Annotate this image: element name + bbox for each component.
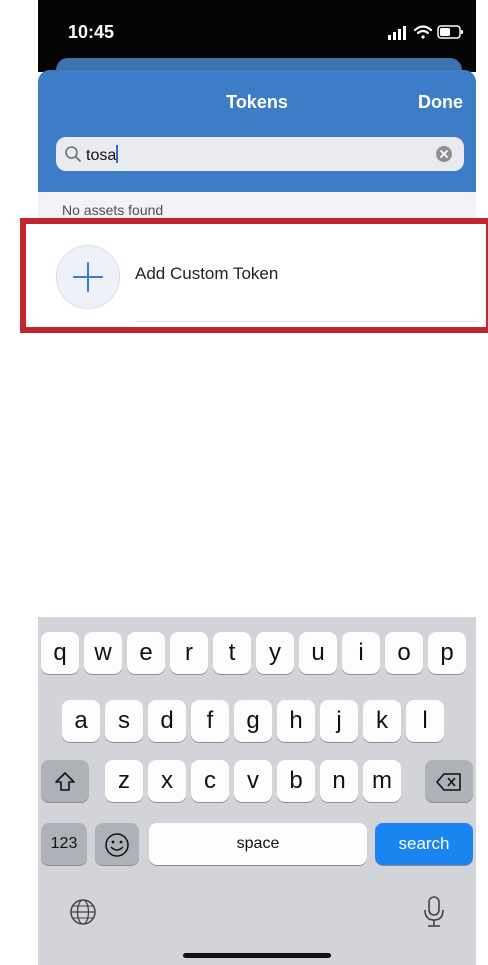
search-input[interactable]: tosa [56,137,464,171]
page-title: Tokens [226,92,288,112]
key-u[interactable]: u [299,632,337,674]
numbers-key[interactable]: 123 [41,823,87,865]
emoji-key[interactable] [95,823,139,865]
clear-search-button[interactable] [436,146,452,162]
battery-icon [437,25,463,39]
navigation-bar: Tokens Done tosa [38,70,476,192]
delete-key[interactable] [425,760,473,802]
globe-icon[interactable] [68,897,98,927]
key-e[interactable]: e [127,632,165,674]
key-a[interactable]: a [62,700,100,742]
keyboard: q w e r t y u i o p a s d f g h j k l z … [38,617,476,965]
shift-key[interactable] [41,760,89,802]
key-k[interactable]: k [363,700,401,742]
key-p[interactable]: p [428,632,466,674]
key-h[interactable]: h [277,700,315,742]
search-value: tosa [86,147,117,164]
empty-state-banner: No assets found [38,192,476,222]
key-m[interactable]: m [363,760,401,802]
key-j[interactable]: j [320,700,358,742]
key-f[interactable]: f [191,700,229,742]
key-w[interactable]: w [84,632,122,674]
row-divider [135,321,476,322]
done-button[interactable]: Done [418,92,463,113]
space-key[interactable]: space [149,823,367,865]
key-i[interactable]: i [342,632,380,674]
add-token-circle [56,245,120,309]
key-x[interactable]: x [148,760,186,802]
add-custom-token-row[interactable]: Add Custom Token [38,230,476,322]
key-v[interactable]: v [234,760,272,802]
key-q[interactable]: q [41,632,79,674]
key-g[interactable]: g [234,700,272,742]
key-s[interactable]: s [105,700,143,742]
add-custom-token-label: Add Custom Token [135,264,279,283]
key-d[interactable]: d [148,700,186,742]
plus-icon [73,262,103,292]
signal-icon [388,26,406,40]
key-t[interactable]: t [213,632,251,674]
search-key[interactable]: search [375,823,473,865]
key-y[interactable]: y [256,632,294,674]
key-r[interactable]: r [170,632,208,674]
backspace-icon [436,772,461,791]
search-value-container: tosa [86,145,119,165]
phone-screen: 10:45 Tokens Done tosa No assets found A… [38,0,476,965]
wifi-icon [413,25,433,39]
home-indicator[interactable] [183,953,331,958]
key-b[interactable]: b [277,760,315,802]
key-o[interactable]: o [385,632,423,674]
key-n[interactable]: n [320,760,358,802]
emoji-icon [105,832,129,857]
key-c[interactable]: c [191,760,229,802]
close-icon [440,150,448,158]
text-cursor [116,145,119,163]
empty-message: No assets found [62,202,164,218]
status-icons [388,25,463,40]
search-icon [65,146,81,162]
status-time: 10:45 [68,22,115,42]
key-l[interactable]: l [406,700,444,742]
key-z[interactable]: z [105,760,143,802]
microphone-icon[interactable] [423,895,445,929]
shift-icon [55,771,75,791]
